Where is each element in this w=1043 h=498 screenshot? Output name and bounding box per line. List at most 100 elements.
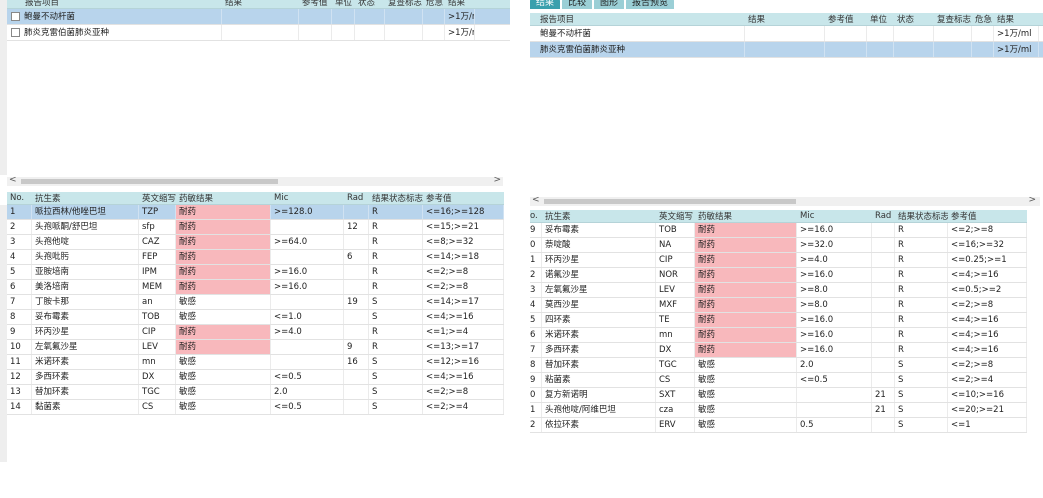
tab-results[interactable]: 结果 xyxy=(530,0,561,9)
report-item-name: 肺炎克雷伯菌肺炎亚种 xyxy=(540,45,626,55)
antibiotic-row[interactable]: 13 替加环素 TGC 敏感 2.0 S <=2;>=8 xyxy=(7,385,504,400)
row-number: 9 xyxy=(530,223,542,237)
antibiotic-row[interactable]: 2 头孢哌酮/舒巴坦 sfp 耐药 12 R <=15;>=21 xyxy=(7,220,504,235)
antibiotic-row[interactable]: 0 复方新诺明 SXT 敏感 21 S <=10;>=16 xyxy=(530,388,1027,403)
antibiotic-row[interactable]: 9 环丙沙星 CIP 耐药 >=4.0 R <=1;>=4 xyxy=(7,325,504,340)
row-checkbox[interactable] xyxy=(11,12,20,21)
mic-value: >=16.0 xyxy=(271,280,344,294)
antibiotic-row[interactable]: 3 左氧氟沙星 LEV 耐药 >=8.0 R <=0.5;>=2 xyxy=(530,283,1027,298)
antibiotic-row[interactable]: 0 萘啶酸 NA 耐药 >=32.0 R <=16;>=32 xyxy=(530,238,1027,253)
empty-cell xyxy=(355,9,385,24)
antibiotic-name: 米诺环素 xyxy=(32,355,139,369)
right-top-hscrollbar[interactable]: < > xyxy=(530,195,1040,206)
scroll-right-arrow[interactable]: > xyxy=(1028,195,1036,205)
antibiotic-name: 美洛培南 xyxy=(32,280,139,294)
result-flag: R xyxy=(895,238,948,252)
sensitivity-result: 耐药 xyxy=(695,283,797,297)
tab-compare[interactable]: 比较 xyxy=(562,0,593,9)
antibiotic-row[interactable]: 7 多西环素 DX 耐药 >=16.0 R <=4;>=16 xyxy=(530,343,1027,358)
mic-value: >=4.0 xyxy=(797,253,872,267)
row-checkbox[interactable] xyxy=(11,28,20,37)
antibiotic-row[interactable]: 1 环丙沙星 CIP 耐药 >=4.0 R <=0.25;>=1 xyxy=(530,253,1027,268)
mic-value: >=16.0 xyxy=(271,265,344,279)
sensitivity-result: 耐药 xyxy=(695,238,797,252)
sensitivity-result: 敏感 xyxy=(176,310,271,324)
sensitivity-result: 耐药 xyxy=(176,325,271,339)
reference-value: <=0.5;>=2 xyxy=(948,283,1027,297)
antibiotic-row[interactable]: 8 妥布霉素 TOB 敏感 <=1.0 S <=4;>=16 xyxy=(7,310,504,325)
tab-chart[interactable]: 图形 xyxy=(594,0,625,9)
scroll-thumb[interactable] xyxy=(21,179,278,184)
reference-value: <=4;>=16 xyxy=(423,370,504,384)
antibiotic-row[interactable]: 9 粘菌素 CS 敏感 <=0.5 S <=2;>=4 xyxy=(530,373,1027,388)
report-item-row[interactable]: 肺炎克雷伯菌肺炎亚种 >1万/ml xyxy=(7,25,510,41)
reference-value: <=8;>=32 xyxy=(423,235,504,249)
empty-cell xyxy=(894,26,934,41)
report-item-row[interactable]: 肺炎克雷伯菌肺炎亚种 >1万/ml xyxy=(530,42,1043,58)
report-item-name: 鲍曼不动杆菌 xyxy=(24,12,76,22)
result-flag: R xyxy=(895,298,948,312)
result-flag: S xyxy=(369,295,423,309)
antibiotic-row[interactable]: 12 多西环素 DX 敏感 <=0.5 S <=4;>=16 xyxy=(7,370,504,385)
antibiotic-row[interactable]: 6 米诺环素 mn 耐药 >=16.0 R <=4;>=16 xyxy=(530,328,1027,343)
antibiotic-row[interactable]: 7 丁胺卡那 an 敏感 19 S <=14;>=17 xyxy=(7,295,504,310)
antibiotic-row[interactable]: 4 莫西沙星 MXF 耐药 >=8.0 R <=2;>=8 xyxy=(530,298,1027,313)
tab-report-preview[interactable]: 报告预览 xyxy=(626,0,675,9)
antibiotic-row[interactable]: 1 哌拉西林/他唑巴坦 TZP 耐药 >=128.0 R <=16;>=128 xyxy=(7,205,504,220)
antibiotic-row[interactable]: 10 左氧氟沙星 LEV 耐药 9 R <=13;>=17 xyxy=(7,340,504,355)
rad-value xyxy=(872,418,895,432)
report-item-row[interactable]: 鲍曼不动杆菌 >1万/ml xyxy=(530,26,1043,42)
rad-value xyxy=(872,328,895,342)
antibiotic-row[interactable]: 14 黏菌素 CS 敏感 <=0.5 S <=2;>=4 xyxy=(7,400,504,415)
scroll-right-arrow[interactable]: > xyxy=(493,175,501,185)
report-item-result: >1万/ml xyxy=(994,26,1039,41)
empty-cell xyxy=(423,9,445,24)
antibiotic-name: 妥布霉素 xyxy=(32,310,139,324)
row-number: 7 xyxy=(530,343,542,357)
left-top-hscrollbar[interactable]: < > xyxy=(7,175,503,186)
antibiotic-row[interactable]: 2 诺氟沙星 NOR 耐药 >=16.0 R <=4;>=16 xyxy=(530,268,1027,283)
antibiotic-row[interactable]: 6 美洛培南 MEM 耐药 >=16.0 R <=2;>=8 xyxy=(7,280,504,295)
rad-value xyxy=(872,298,895,312)
mic-value: >=16.0 xyxy=(797,313,872,327)
report-item-row[interactable]: 鲍曼不动杆菌 >1万/ml xyxy=(7,9,510,25)
mic-value: 2.0 xyxy=(797,358,872,372)
rad-value: 21 xyxy=(872,403,895,417)
antibiotic-row[interactable]: 4 头孢吡肟 FEP 耐药 6 R <=14;>=18 xyxy=(7,250,504,265)
rad-value: 19 xyxy=(344,295,369,309)
row-number: 11 xyxy=(7,355,32,369)
left-vertical-scrollbar[interactable] xyxy=(0,0,7,175)
left-bottom-vertical-scrollbar[interactable] xyxy=(0,205,7,462)
empty-cell xyxy=(825,26,867,41)
rad-value xyxy=(872,283,895,297)
report-item-name: 肺炎克雷伯菌肺炎亚种 xyxy=(24,28,110,38)
mic-value: >=16.0 xyxy=(797,343,872,357)
antibiotic-row[interactable]: 11 米诺环素 mn 敏感 16 S <=12;>=16 xyxy=(7,355,504,370)
rad-value xyxy=(344,265,369,279)
antibiotic-abbr: CIP xyxy=(139,325,176,339)
sensitivity-result: 敏感 xyxy=(176,295,271,309)
left-antibiotic-table: No. 抗生素 英文缩写 药敏结果 Mic Rad 结果状态标志 参考值 1 哌拉… xyxy=(7,192,504,415)
antibiotic-row[interactable]: 1 头孢他啶/阿维巴坦 cza 敏感 21 S <=20;>=21 xyxy=(530,403,1027,418)
antibiotic-row[interactable]: 2 依拉环素 ERV 敏感 0.5 S <=1 xyxy=(530,418,1027,433)
empty-cell xyxy=(299,9,332,24)
sensitivity-result: 耐药 xyxy=(695,268,797,282)
header-sens-result: 药敏结果 xyxy=(698,212,733,222)
rad-value xyxy=(872,268,895,282)
scroll-thumb[interactable] xyxy=(544,199,796,204)
header-critical: 危急 xyxy=(426,0,444,8)
antibiotic-row[interactable]: 5 四环素 TE 耐药 >=16.0 R <=4;>=16 xyxy=(530,313,1027,328)
antibiotic-abbr: DX xyxy=(656,343,695,357)
antibiotic-row[interactable]: 8 替加环素 TGC 敏感 2.0 S <=2;>=8 xyxy=(530,358,1027,373)
empty-cell xyxy=(222,25,299,40)
sensitivity-result: 敏感 xyxy=(695,403,797,417)
antibiotic-abbr: ERV xyxy=(656,418,695,432)
row-number: 8 xyxy=(530,358,542,372)
antibiotic-row[interactable]: 9 妥布霉素 TOB 耐药 >=16.0 R <=2;>=8 xyxy=(530,223,1027,238)
antibiotic-row[interactable]: 3 头孢他啶 CAZ 耐药 >=64.0 R <=8;>=32 xyxy=(7,235,504,250)
header-antibiotic: 抗生素 xyxy=(545,212,571,222)
antibiotic-row[interactable]: 5 亚胺培南 IPM 耐药 >=16.0 R <=2;>=8 xyxy=(7,265,504,280)
scroll-left-arrow[interactable]: < xyxy=(532,195,540,205)
scroll-left-arrow[interactable]: < xyxy=(9,175,17,185)
antibiotic-abbr: CAZ xyxy=(139,235,176,249)
